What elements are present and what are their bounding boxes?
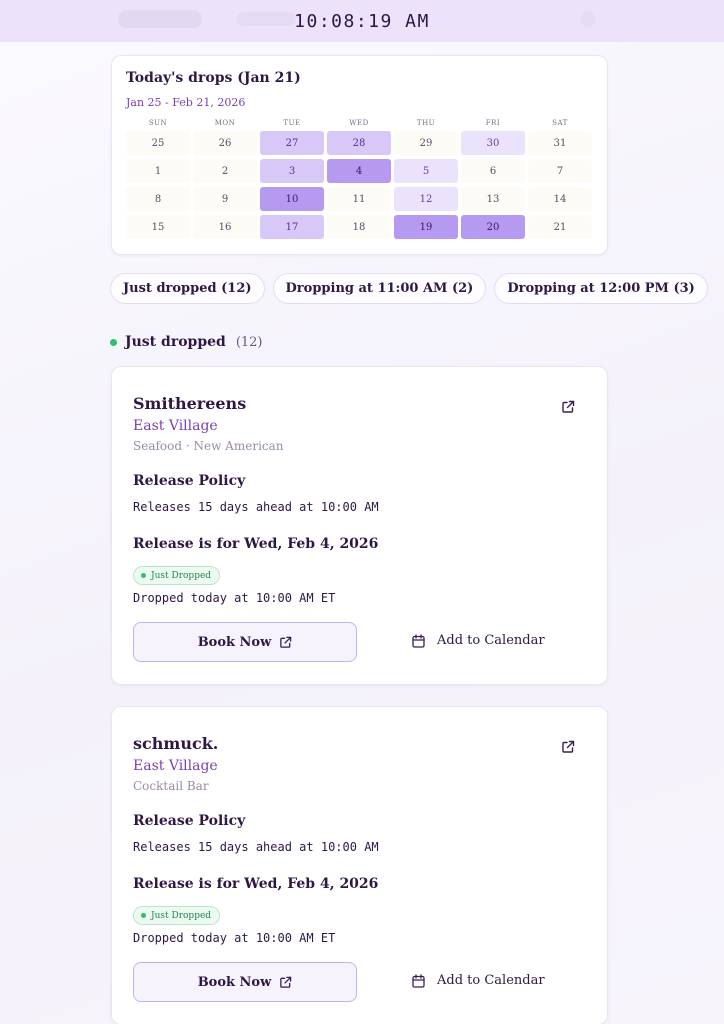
calendar-day[interactable]: 6 xyxy=(461,159,525,183)
calendar-icon xyxy=(412,973,425,988)
calendar-icon xyxy=(412,633,425,648)
calendar-day[interactable]: 31 xyxy=(528,131,592,155)
blurred-nav-item xyxy=(118,10,202,28)
restaurant-card: schmuck. East Village Cocktail Bar Relea… xyxy=(111,706,608,1024)
weekday-label: THU xyxy=(416,119,436,127)
section-count: (12) xyxy=(235,334,263,350)
calendar-day[interactable]: 26 xyxy=(193,131,257,155)
policy-text: Releases 15 days ahead at 10:00 AM xyxy=(133,840,379,854)
calendar-day[interactable]: 27 xyxy=(260,131,324,155)
restaurant-name: Smithereens xyxy=(133,394,247,413)
release-heading: Release is for Wed, Feb 4, 2026 xyxy=(133,876,379,892)
drops-calendar: Today's drops (Jan 21) Jan 25 - Feb 21, … xyxy=(111,55,608,255)
calendar-grid: SUN MON TUE WED THU FRI SAT 25 26 27 28 … xyxy=(126,119,593,243)
weekday-label: SAT xyxy=(552,119,568,127)
policy-heading: Release Policy xyxy=(133,813,246,829)
top-bar: 10:08:19 AM xyxy=(0,0,724,42)
book-now-label: Book Now xyxy=(197,634,272,650)
calendar-day[interactable]: 8 xyxy=(126,187,190,211)
add-to-calendar-button[interactable]: Add to Calendar xyxy=(412,973,545,988)
status-dot-icon xyxy=(141,573,146,578)
status-badge: Just Dropped xyxy=(133,906,221,925)
calendar-day[interactable]: 25 xyxy=(126,131,190,155)
calendar-day[interactable]: 15 xyxy=(126,215,190,239)
status-dot-icon xyxy=(110,338,117,346)
calendar-day[interactable]: 11 xyxy=(327,187,391,211)
calendar-day[interactable]: 5 xyxy=(394,159,458,183)
calendar-day[interactable]: 20 xyxy=(461,215,525,239)
external-link-icon xyxy=(279,976,292,989)
add-to-calendar-button[interactable]: Add to Calendar xyxy=(412,633,545,648)
status-badge: Just Dropped xyxy=(133,566,221,585)
book-now-label: Book Now xyxy=(197,974,272,990)
calendar-day[interactable]: 28 xyxy=(327,131,391,155)
calendar-day[interactable]: 19 xyxy=(394,215,458,239)
calendar-day[interactable]: 10 xyxy=(260,187,324,211)
policy-text: Releases 15 days ahead at 10:00 AM xyxy=(133,500,379,514)
weekday-label: WED xyxy=(349,119,369,127)
status-badge-label: Just Dropped xyxy=(151,910,212,921)
cuisine: Cocktail Bar xyxy=(133,779,209,793)
external-link-icon[interactable] xyxy=(561,740,575,754)
restaurant-card: Smithereens East Village Seafood · New A… xyxy=(111,366,608,685)
book-now-button[interactable]: Book Now xyxy=(133,622,357,662)
external-link-icon xyxy=(279,636,292,649)
section-title: Just dropped xyxy=(125,334,226,350)
clock: 10:08:19 AM xyxy=(294,10,430,32)
release-heading: Release is for Wed, Feb 4, 2026 xyxy=(133,536,379,552)
policy-heading: Release Policy xyxy=(133,473,246,489)
restaurant-name: schmuck. xyxy=(133,734,219,753)
filter-11am[interactable]: Dropping at 11:00 AM (2) xyxy=(272,273,487,304)
calendar-day[interactable]: 29 xyxy=(394,131,458,155)
weekday-label: SUN xyxy=(148,119,168,127)
dropped-text: Dropped today at 10:00 AM ET xyxy=(133,591,336,605)
status-dot-icon xyxy=(141,913,146,918)
calendar-day[interactable]: 1 xyxy=(126,159,190,183)
weekday-label: MON xyxy=(214,119,236,127)
neighborhood: East Village xyxy=(133,418,218,434)
filter-12pm[interactable]: Dropping at 12:00 PM (3) xyxy=(494,273,708,304)
status-badge-label: Just Dropped xyxy=(151,570,212,581)
weekday-label: FRI xyxy=(485,119,501,127)
calendar-day[interactable]: 18 xyxy=(327,215,391,239)
calendar-day[interactable]: 30 xyxy=(461,131,525,155)
blurred-icon xyxy=(580,11,596,27)
calendar-day[interactable]: 9 xyxy=(193,187,257,211)
add-to-calendar-label: Add to Calendar xyxy=(437,973,545,988)
calendar-day[interactable]: 12 xyxy=(394,187,458,211)
filter-just-dropped[interactable]: Just dropped (12) xyxy=(110,273,265,304)
add-to-calendar-label: Add to Calendar xyxy=(437,633,545,648)
dropped-text: Dropped today at 10:00 AM ET xyxy=(133,931,336,945)
calendar-day[interactable]: 4 xyxy=(327,159,391,183)
blurred-nav-item xyxy=(236,12,296,26)
calendar-day[interactable]: 17 xyxy=(260,215,324,239)
calendar-day[interactable]: 7 xyxy=(528,159,592,183)
calendar-day[interactable]: 14 xyxy=(528,187,592,211)
cuisine: Seafood · New American xyxy=(133,439,284,453)
section-header: Just dropped (12) xyxy=(110,334,263,350)
calendar-day[interactable]: 3 xyxy=(260,159,324,183)
external-link-icon[interactable] xyxy=(561,400,575,414)
calendar-day[interactable]: 13 xyxy=(461,187,525,211)
neighborhood: East Village xyxy=(133,758,218,774)
calendar-range: Jan 25 - Feb 21, 2026 xyxy=(126,96,246,109)
filter-pills: Just dropped (12) Dropping at 11:00 AM (… xyxy=(110,273,708,304)
book-now-button[interactable]: Book Now xyxy=(133,962,357,1002)
calendar-title: Today's drops (Jan 21) xyxy=(126,70,301,86)
calendar-day[interactable]: 16 xyxy=(193,215,257,239)
calendar-day[interactable]: 21 xyxy=(528,215,592,239)
weekday-label: TUE xyxy=(283,119,301,127)
calendar-day[interactable]: 2 xyxy=(193,159,257,183)
